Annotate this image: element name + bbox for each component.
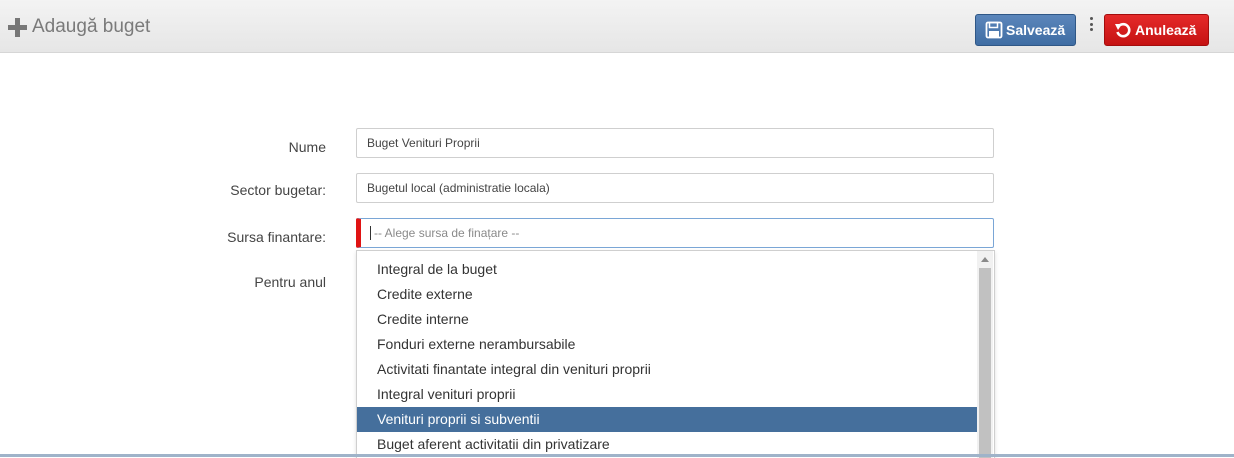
save-button[interactable]: Salvează: [975, 14, 1076, 46]
dropdown-option-selected[interactable]: Venituri proprii si subventii: [357, 407, 977, 432]
more-options-icon[interactable]: [1088, 17, 1094, 31]
dropdown-option[interactable]: Fonduri externe nerambursabile: [357, 332, 977, 357]
source-label: Sursa finantare:: [227, 229, 326, 245]
plus-icon: [8, 17, 27, 37]
sector-field[interactable]: Bugetul local (administratie locala): [356, 173, 994, 203]
save-label: Salvează: [1006, 22, 1066, 38]
source-select[interactable]: -- Alege sursa de finațare --: [356, 218, 994, 248]
dropdown-option[interactable]: Credite interne: [357, 307, 977, 332]
cancel-button[interactable]: Anulează: [1104, 14, 1209, 46]
top-toolbar: Adaugă buget Salvează Anulează: [0, 0, 1234, 53]
name-value: Buget Venituri Proprii: [367, 136, 480, 150]
floppy-disk-icon: [985, 21, 1003, 39]
scrollbar-thumb[interactable]: [979, 268, 991, 458]
name-field[interactable]: Buget Venituri Proprii: [356, 128, 994, 158]
dropdown-option[interactable]: Integral de la buget: [357, 257, 977, 282]
dropdown-option[interactable]: Activitati finantate integral din venitu…: [357, 357, 977, 382]
text-cursor: [370, 226, 371, 240]
name-label: Nume: [288, 139, 326, 155]
cancel-label: Anulează: [1135, 22, 1197, 38]
year-label: Pentru anul: [254, 274, 326, 290]
dropdown-scrollbar[interactable]: [977, 251, 993, 458]
scroll-up-arrow-icon[interactable]: [981, 257, 989, 262]
sector-label: Sector bugetar:: [230, 182, 326, 198]
undo-icon: [1114, 21, 1132, 39]
dropdown-option[interactable]: Integral venituri proprii: [357, 382, 977, 407]
sector-value: Bugetul local (administratie locala): [367, 181, 550, 195]
source-dropdown-list[interactable]: Integral de la buget Credite externe Cre…: [356, 250, 995, 458]
page-title-text: Adaugă buget: [32, 16, 151, 37]
source-placeholder: -- Alege sursa de finațare --: [374, 226, 520, 240]
dropdown-option[interactable]: Credite externe: [357, 282, 977, 307]
page-title: Adaugă buget: [8, 15, 150, 39]
